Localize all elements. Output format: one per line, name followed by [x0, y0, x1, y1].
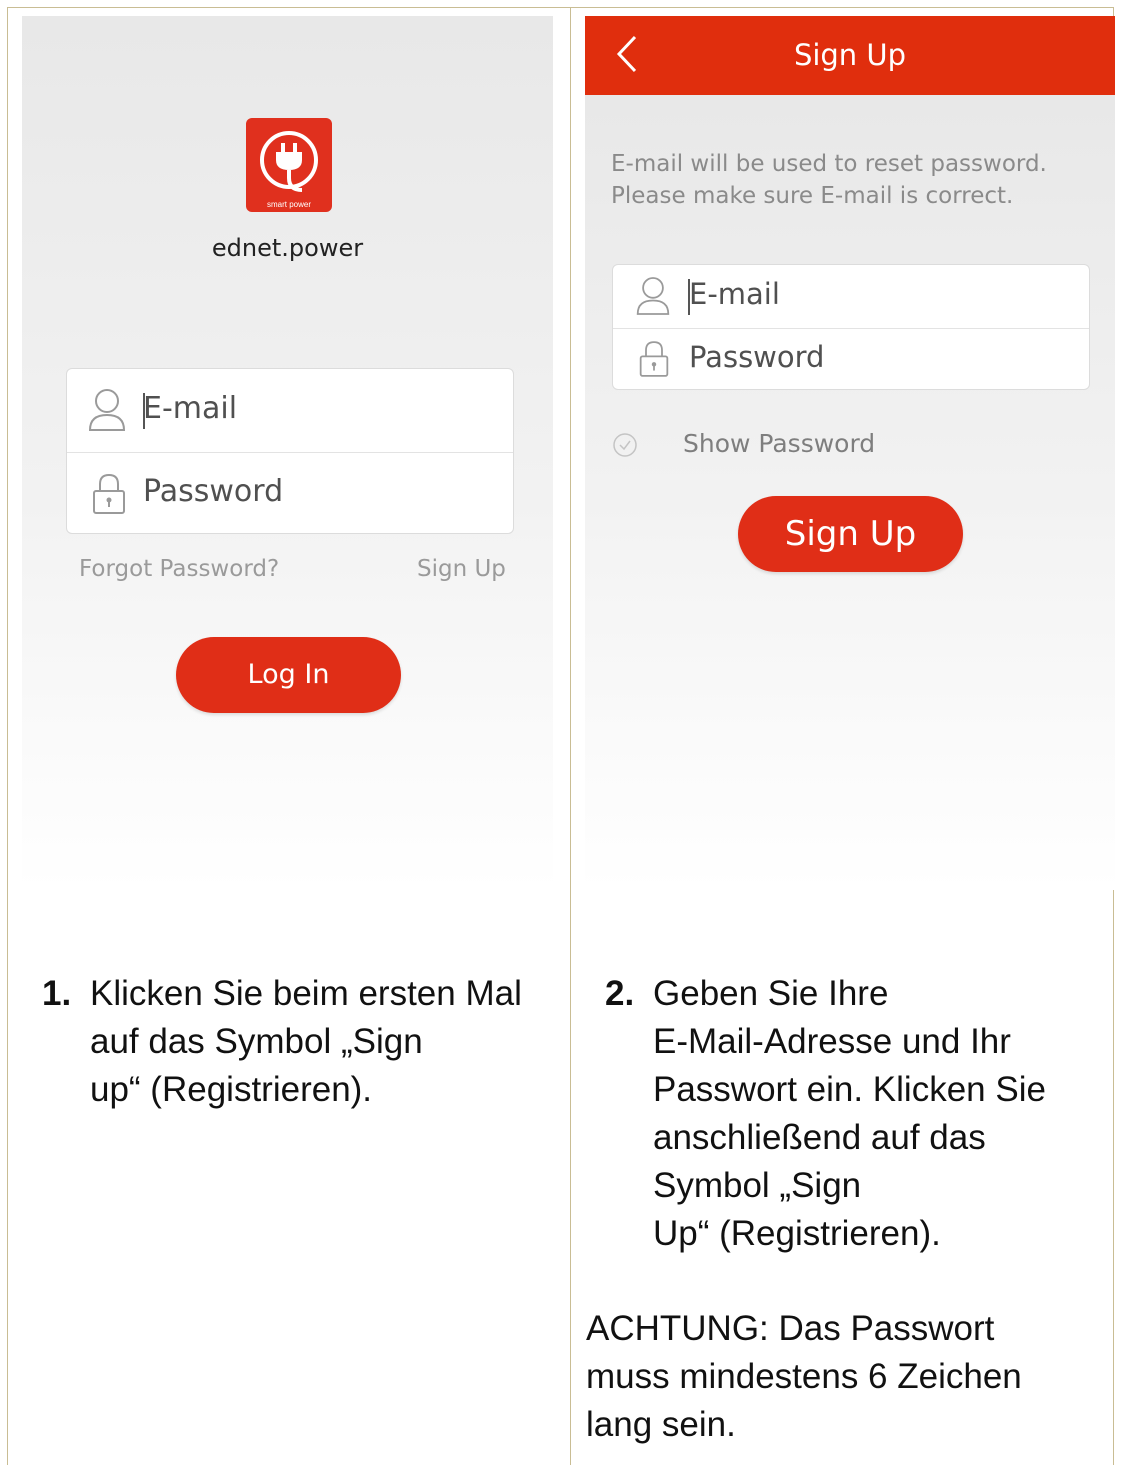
app-header: Sign Up	[585, 16, 1115, 95]
password-placeholder: Password	[143, 474, 284, 509]
login-form: E-mail Password	[66, 368, 514, 534]
warning-note: ACHTUNG: Das Passwort muss mindestens 6 …	[586, 1309, 1022, 1444]
forgot-password-link[interactable]: Forgot Password?	[79, 556, 279, 582]
email-field[interactable]: E-mail	[613, 265, 1089, 329]
email-placeholder: E-mail	[689, 277, 780, 311]
password-placeholder: Password	[689, 340, 825, 374]
user-icon	[88, 389, 126, 431]
step-number: 1.	[42, 974, 72, 1013]
logo-caption: smart power	[266, 200, 311, 209]
email-hint: E-mail will be used to reset password. P…	[611, 151, 1047, 209]
email-placeholder: E-mail	[143, 391, 238, 426]
password-field[interactable]: Password	[67, 452, 513, 535]
sign-up-button[interactable]: Sign Up	[738, 496, 963, 572]
app-logo: smart power	[246, 118, 332, 212]
signup-screen: Sign Up E-mail will be used to reset pas…	[585, 16, 1115, 890]
signup-form: E-mail Password	[612, 264, 1090, 390]
sign-up-link[interactable]: Sign Up	[417, 556, 506, 582]
login-button[interactable]: Log In	[176, 637, 401, 713]
app-name: ednet.power	[211, 234, 364, 262]
password-field[interactable]: Password	[613, 328, 1089, 391]
page-title: Sign Up	[793, 38, 907, 72]
column-divider	[570, 7, 571, 1465]
step-number: 2.	[605, 974, 635, 1013]
show-password-label[interactable]: Show Password	[683, 429, 875, 458]
user-icon	[636, 277, 670, 315]
lock-icon	[93, 473, 125, 514]
login-screen: smart power ednet.power E-mail Password …	[22, 16, 553, 890]
step-text: Geben Sie Ihre E-Mail-Adresse und Ihr Pa…	[653, 974, 1046, 1253]
lock-icon	[639, 341, 669, 377]
check-circle-icon[interactable]	[612, 432, 638, 458]
plug-icon	[260, 131, 318, 192]
step-text: Klicken Sie beim ersten Mal auf das Symb…	[90, 974, 522, 1109]
email-field[interactable]: E-mail	[67, 369, 513, 453]
